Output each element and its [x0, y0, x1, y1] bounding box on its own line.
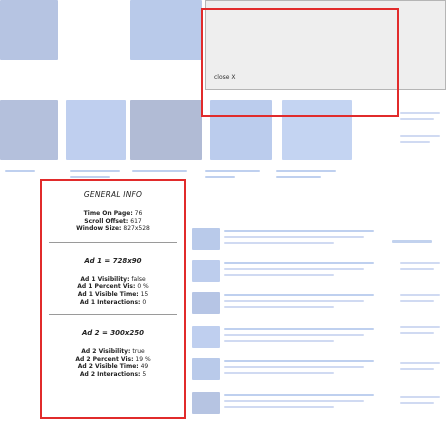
ad-2-visibility-value: true [132, 348, 145, 356]
sidebar-text [400, 141, 430, 143]
list-thumbnail[interactable] [192, 326, 220, 348]
list-thumbnail[interactable] [192, 358, 220, 380]
ad-1-visibility-row: Ad 1 Visibility: false [80, 275, 146, 283]
ad-1-visible-time-row: Ad 1 Visible Time: 15 [77, 290, 149, 298]
video-thumbnail-2[interactable] [130, 0, 202, 60]
caption-line [70, 176, 110, 178]
ad-1-percent-row: Ad 1 Percent Vis: 0 % [77, 283, 149, 291]
video-thumbnail-3[interactable] [0, 100, 58, 160]
caption-line [132, 170, 187, 172]
sidebar-text [400, 362, 440, 364]
list-item-text [224, 306, 334, 308]
ad-2-interactions-row: Ad 2 Interactions: 5 [79, 370, 147, 378]
sidebar-text [400, 135, 440, 137]
list-item-text [224, 372, 334, 374]
list-item-text [224, 268, 364, 270]
list-item-title [224, 262, 374, 264]
list-item-text [224, 406, 334, 408]
ad-2-visibility-row: Ad 2 Visibility: true [81, 348, 145, 356]
list-thumbnail[interactable] [192, 392, 220, 414]
list-item-text [224, 366, 364, 368]
time-on-page-value: 76 [134, 210, 143, 217]
list-item-title [224, 394, 374, 396]
list-item-title [224, 294, 374, 296]
ad-2-percent-value: 19 % [135, 355, 151, 363]
ad-2-title: Ad 2 = 300x250 [82, 329, 144, 338]
caption-line [205, 176, 235, 178]
caption-line [276, 170, 336, 172]
scroll-offset-value: 617 [130, 217, 142, 225]
ad-2-stats: Ad 2 Visibility: true Ad 2 Percent Vis: … [42, 348, 184, 378]
list-item-text [224, 340, 334, 342]
ad-1-stats: Ad 1 Visibility: false Ad 1 Percent Vis:… [42, 276, 184, 306]
list-item-text [224, 236, 364, 238]
general-info-panel: GENERAL INFO Time On Page: 76 Scroll Off… [40, 179, 186, 419]
video-thumbnail-1[interactable] [0, 0, 58, 60]
ad-2-visible-time-row: Ad 2 Visible Time: 49 [77, 363, 149, 371]
list-item-text [224, 274, 334, 276]
list-item-title [224, 360, 374, 362]
ad-highlight-frame [201, 8, 399, 117]
sidebar-text [400, 262, 440, 264]
video-thumbnail-5[interactable] [130, 100, 202, 160]
sidebar-text [400, 112, 440, 114]
ad-1-title: Ad 1 = 728x90 [84, 256, 142, 265]
scroll-offset-row: Scroll Offset: 617 [84, 217, 142, 225]
ad-1-visible-time-value: 15 [140, 290, 149, 298]
list-item-text [224, 242, 334, 244]
window-size-row: Window Size: 827x528 [76, 225, 150, 233]
ad-2-percent-row: Ad 2 Percent Vis: 19 % [75, 355, 151, 363]
sidebar-text [400, 396, 440, 398]
sidebar-text [400, 368, 434, 370]
list-item-text [224, 334, 364, 336]
divider [49, 241, 177, 243]
ad-2-visible-time-value: 49 [140, 363, 149, 371]
caption-line [70, 170, 120, 172]
sidebar-text [400, 300, 434, 302]
section-heading [392, 240, 432, 243]
list-thumbnail[interactable] [192, 260, 220, 282]
list-item-text [224, 300, 364, 302]
ad-2-interactions-value: 5 [142, 370, 147, 378]
sidebar-text [400, 118, 434, 120]
ad-1-percent-value: 0 % [137, 283, 149, 291]
list-thumbnail[interactable] [192, 292, 220, 314]
list-item-text [224, 400, 364, 402]
ad-1-visibility-value: false [131, 275, 146, 283]
sidebar-text [400, 332, 434, 334]
list-item-title [224, 230, 374, 232]
sidebar-text [400, 294, 440, 296]
ad-1-interactions-row: Ad 1 Interactions: 0 [79, 298, 147, 306]
video-thumbnail-4[interactable] [66, 100, 126, 160]
sidebar-text [400, 268, 434, 270]
general-info-title: GENERAL INFO [83, 190, 143, 199]
time-on-page-row: Time On Page: 76 [83, 210, 143, 217]
ad-1-interactions-value: 0 [142, 298, 147, 306]
sidebar-text [400, 326, 440, 328]
window-size-value: 827x528 [123, 225, 150, 233]
caption-line [5, 170, 35, 172]
divider [49, 314, 177, 316]
general-info-stats: Time On Page: 76 Scroll Offset: 617 Wind… [42, 210, 184, 233]
sidebar-text [400, 402, 434, 404]
caption-line [205, 170, 260, 172]
list-thumbnail[interactable] [192, 228, 220, 250]
caption-line [276, 176, 321, 178]
list-item-title [224, 328, 374, 330]
